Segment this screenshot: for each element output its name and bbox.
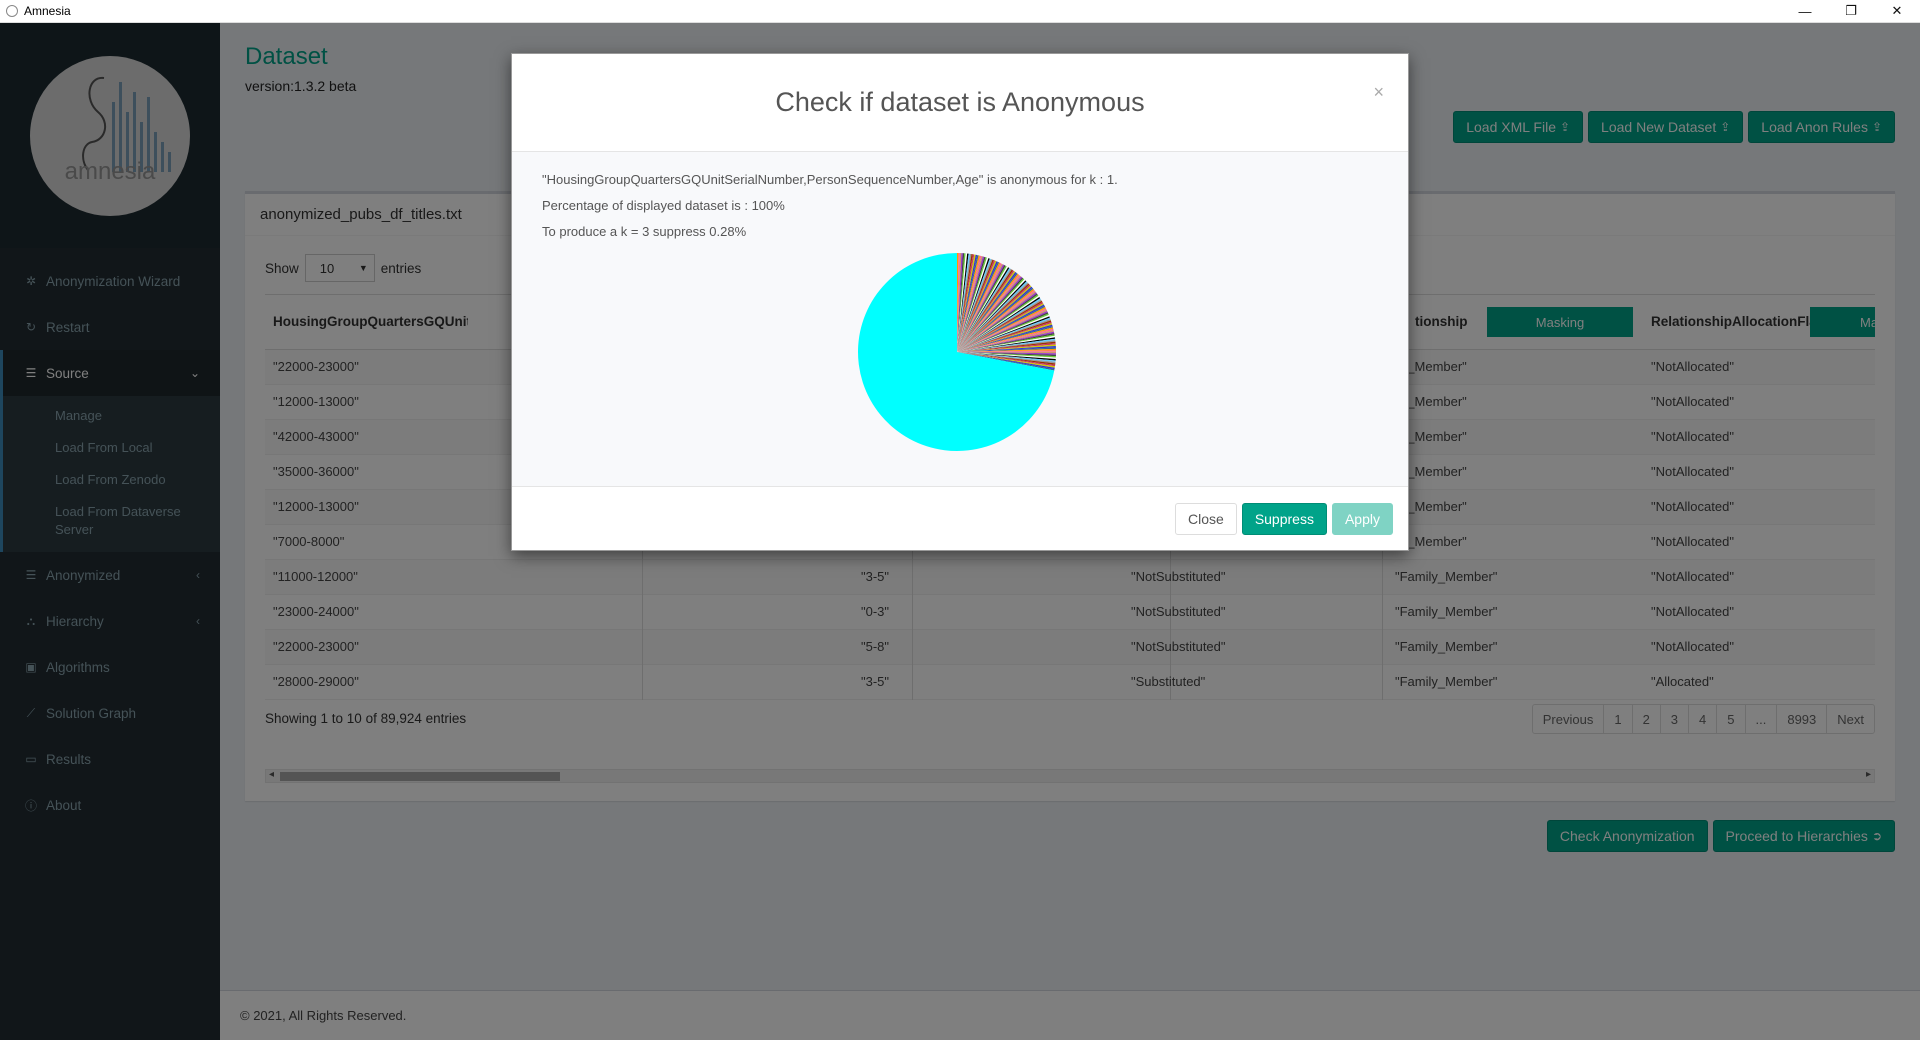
window-controls: — ❐ ✕ xyxy=(1782,0,1920,23)
restore-button[interactable]: ❐ xyxy=(1828,0,1874,23)
modal-header: Check if dataset is Anonymous × xyxy=(512,54,1408,152)
anonymity-check-modal: Check if dataset is Anonymous × "Housing… xyxy=(511,53,1409,551)
close-window-button[interactable]: ✕ xyxy=(1874,0,1920,23)
minimize-button[interactable]: — xyxy=(1782,0,1828,23)
close-button[interactable]: Close xyxy=(1175,503,1237,535)
window-titlebar: Amnesia — ❐ ✕ xyxy=(0,0,1920,23)
modal-title: Check if dataset is Anonymous xyxy=(775,87,1145,117)
logo-text: amnesia xyxy=(64,157,156,185)
suppress-hint-text: To produce a k = 3 suppress 0.28% xyxy=(542,224,747,239)
app-icon xyxy=(6,5,18,17)
pie-svg xyxy=(858,253,1056,451)
window-title: Amnesia xyxy=(24,4,71,18)
suppress-button[interactable]: Suppress xyxy=(1241,503,1327,535)
modal-footer: Close Suppress Apply xyxy=(512,486,1408,551)
anonymity-result-text: "HousingGroupQuartersGQUnitSerialNumber,… xyxy=(542,172,1118,187)
modal-body: "HousingGroupQuartersGQUnitSerialNumber,… xyxy=(512,152,1408,486)
close-icon[interactable]: × xyxy=(1373,82,1384,103)
apply-button[interactable]: Apply xyxy=(1331,503,1393,535)
percentage-text: Percentage of displayed dataset is : 100… xyxy=(542,198,785,213)
anonymity-pie-chart xyxy=(857,252,1057,452)
